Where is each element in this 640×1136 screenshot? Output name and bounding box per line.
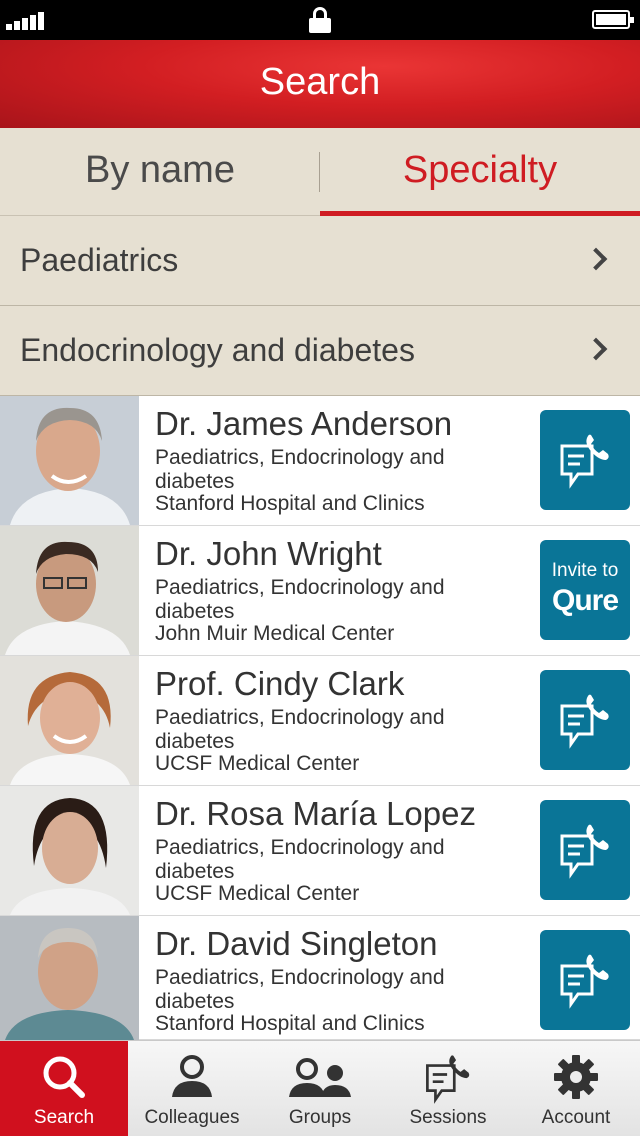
session-icon bbox=[560, 824, 609, 879]
start-session-button[interactable] bbox=[540, 410, 630, 510]
chevron-right-icon bbox=[584, 337, 608, 361]
battery-icon bbox=[592, 10, 634, 29]
tab-specialty[interactable]: Specialty bbox=[320, 128, 640, 216]
signal-strength-icon bbox=[6, 10, 50, 30]
tabbar-colleagues[interactable]: Colleagues bbox=[128, 1041, 256, 1136]
doctor-hospital: UCSF Medical Center bbox=[155, 882, 360, 905]
start-session-button[interactable] bbox=[540, 670, 630, 770]
session-icon bbox=[560, 434, 609, 489]
doctor-photo bbox=[0, 916, 139, 1040]
page-title: Search bbox=[259, 61, 381, 103]
doctor-specialty: Paediatrics, Endocrinology and diabetes bbox=[155, 836, 445, 883]
invite-line1: Invite to bbox=[551, 560, 619, 581]
doctor-name: Dr. John Wright bbox=[155, 535, 382, 572]
session-icon bbox=[560, 694, 609, 749]
tabbar-sessions[interactable]: Sessions bbox=[384, 1041, 512, 1136]
specialty-label: Paediatrics bbox=[20, 242, 179, 278]
lock-icon bbox=[309, 7, 331, 33]
specialty-row-paediatrics[interactable]: Paediatrics bbox=[0, 216, 640, 306]
specialty-label: Endocrinology and diabetes bbox=[20, 332, 415, 368]
tabbar-label: Account bbox=[541, 1107, 611, 1128]
bottom-tab-bar: Search Colleagues Groups Sessions Accoun… bbox=[0, 1040, 640, 1136]
doctor-hospital: John Muir Medical Center bbox=[155, 622, 395, 645]
tabbar-label: Search bbox=[33, 1107, 95, 1128]
doctor-hospital: Stanford Hospital and Clinics bbox=[155, 1012, 425, 1035]
status-bar bbox=[0, 0, 640, 40]
doctor-name: Dr. David Singleton bbox=[155, 925, 438, 962]
search-mode-tabs: By name Specialty bbox=[0, 128, 640, 216]
tabbar-label: Colleagues bbox=[144, 1107, 240, 1128]
search-icon bbox=[43, 1056, 85, 1098]
session-icon bbox=[426, 1055, 470, 1104]
start-session-button[interactable] bbox=[540, 800, 630, 900]
doctor-row[interactable]: Dr. David Singleton Paediatrics, Endocri… bbox=[0, 916, 640, 1040]
tabbar-groups[interactable]: Groups bbox=[256, 1041, 384, 1136]
start-session-button[interactable] bbox=[540, 930, 630, 1030]
doctor-specialty: Paediatrics, Endocrinology and diabetes bbox=[155, 706, 445, 753]
doctor-hospital: Stanford Hospital and Clinics bbox=[155, 492, 425, 515]
doctor-name: Prof. Cindy Clark bbox=[155, 665, 405, 702]
doctor-row[interactable]: Prof. Cindy Clark Paediatrics, Endocrino… bbox=[0, 656, 640, 786]
tab-by-name[interactable]: By name bbox=[0, 128, 320, 216]
doctor-name: Dr. James Anderson bbox=[155, 405, 453, 442]
qure-logo: Qure bbox=[551, 584, 619, 617]
doctor-name: Dr. Rosa María Lopez bbox=[155, 795, 476, 832]
tabbar-label: Groups bbox=[288, 1107, 352, 1128]
person-icon bbox=[172, 1055, 212, 1097]
group-icon bbox=[289, 1058, 351, 1097]
doctor-specialty: Paediatrics, Endocrinology and diabetes bbox=[155, 576, 445, 623]
session-icon bbox=[560, 954, 609, 1009]
doctor-row[interactable]: Dr. Rosa María Lopez Paediatrics, Endocr… bbox=[0, 786, 640, 916]
doctor-photo bbox=[0, 656, 139, 785]
tabbar-account[interactable]: Account bbox=[512, 1041, 640, 1136]
doctor-row[interactable]: Dr. James Anderson Paediatrics, Endocrin… bbox=[0, 396, 640, 526]
doctor-hospital: UCSF Medical Center bbox=[155, 752, 360, 775]
doctor-photo bbox=[0, 526, 139, 655]
tabbar-search[interactable]: Search bbox=[0, 1041, 128, 1136]
chevron-right-icon bbox=[584, 247, 608, 271]
doctor-photo bbox=[0, 786, 139, 915]
doctor-specialty: Paediatrics, Endocrinology and diabetes bbox=[155, 966, 445, 1013]
specialty-row-endocrinology[interactable]: Endocrinology and diabetes bbox=[0, 306, 640, 396]
doctor-specialty: Paediatrics, Endocrinology and diabetes bbox=[155, 446, 445, 493]
tabbar-label: Sessions bbox=[409, 1107, 487, 1128]
gear-icon bbox=[554, 1055, 598, 1099]
nav-header: Search bbox=[0, 40, 640, 128]
doctor-photo bbox=[0, 396, 139, 525]
doctor-row[interactable]: Dr. John Wright Paediatrics, Endocrinolo… bbox=[0, 526, 640, 656]
invite-to-qure-button[interactable]: Invite to Qure bbox=[540, 540, 630, 640]
